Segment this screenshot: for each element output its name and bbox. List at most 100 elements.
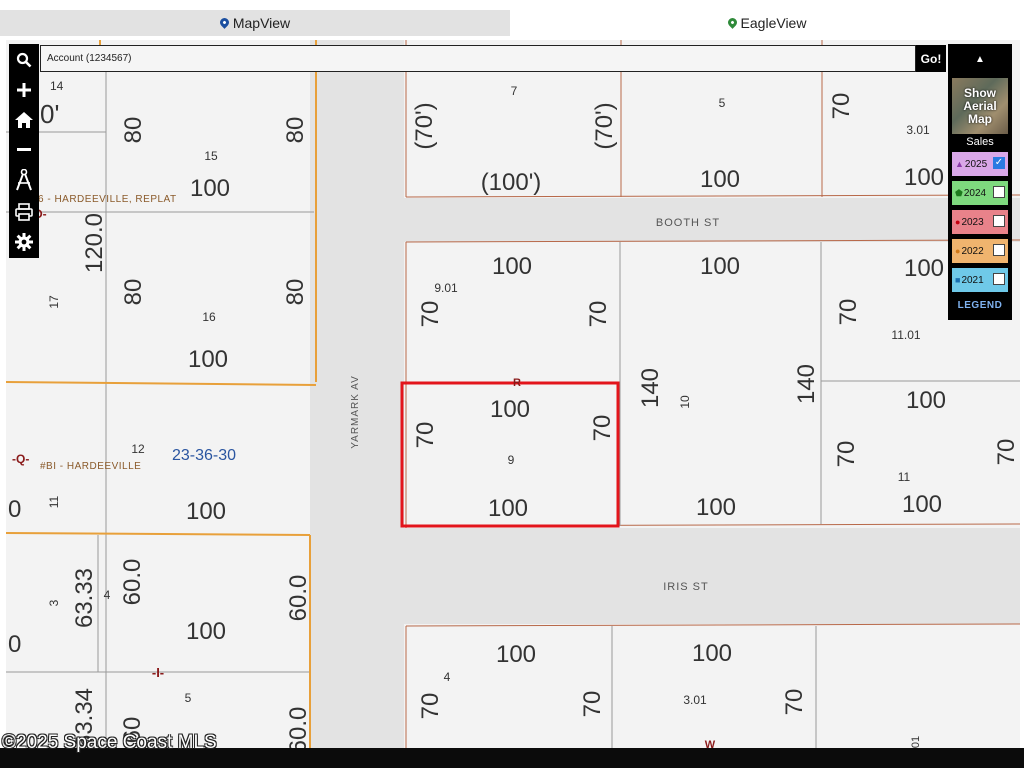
dimension-label: 100 [488, 495, 528, 522]
dimension-label: 70 [589, 415, 616, 442]
search-icon[interactable] [9, 46, 39, 74]
dimension-label: 100 [696, 494, 736, 521]
sales-year-2021[interactable]: ■ 2021 [952, 268, 1008, 292]
dimension-label: 60.0 [285, 575, 312, 622]
subdivision-label: #BI - HARDEEVILLE [40, 461, 141, 472]
booth-st-label: BOOTH ST [656, 217, 720, 229]
lot-number: 3 [47, 599, 61, 606]
yarmark-av-label: YARMARK AV [350, 375, 361, 449]
dimension-label: 60.0 [285, 707, 312, 750]
lot-number: 9 [508, 453, 515, 467]
dimension-label: 100 [902, 491, 942, 518]
dimension-label: 63.33 [71, 568, 98, 628]
lot-number: 15 [204, 149, 218, 163]
dimension-label: 100 [492, 253, 532, 280]
section-township-range-label: 23-36-30 [172, 447, 236, 464]
dimension-label: 100 [490, 396, 530, 423]
lot-number: 11.01 [891, 328, 920, 342]
sales-2023-checkbox[interactable] [993, 215, 1005, 227]
measure-icon[interactable] [9, 166, 39, 194]
tab-eagleview-label: EagleView [740, 15, 807, 31]
lot-number: 17 [47, 295, 61, 309]
dimension-label: (100') [481, 169, 542, 196]
dimension-label: 70 [835, 299, 862, 326]
tab-eagleview[interactable]: EagleView [510, 10, 1024, 36]
sales-year-label: 2025 [964, 158, 988, 170]
sales-year-2023[interactable]: ● 2023 [952, 210, 1008, 234]
lot-number: 3.01 [906, 123, 930, 137]
lot-number: 16 [202, 310, 216, 324]
triangle-icon: ▲ [955, 159, 964, 169]
lot-number: 7 [511, 84, 518, 98]
dimension-label: 70 [781, 689, 808, 716]
dimension-label: 70 [585, 301, 612, 328]
lot-number: 5 [185, 691, 192, 705]
sales-year-label: 2024 [963, 187, 987, 199]
lot-number: 10 [678, 395, 692, 409]
sales-year-2025[interactable]: ▲ 2025 ✓ [952, 152, 1008, 176]
map-pin-icon [217, 15, 231, 29]
subdivision-boundary-lines [6, 40, 317, 750]
sales-label: Sales [966, 136, 994, 148]
square-icon: ■ [955, 275, 961, 285]
sales-year-2024[interactable]: ⬟ 2024 [952, 181, 1008, 205]
parcel-map[interactable]: BOOTH ST IRIS ST YARMARK AV 14 0' 80 80 … [6, 40, 1020, 750]
dimension-label: 100 [904, 164, 944, 191]
account-search-input[interactable] [41, 46, 913, 71]
lot-number: 9.01 [434, 281, 458, 295]
dimension-label: 0 [8, 631, 21, 658]
sales-2021-checkbox[interactable] [993, 273, 1005, 285]
dimension-label: 120.0 [81, 213, 108, 273]
lot-lines-left [6, 70, 314, 750]
dimension-label: 100 [186, 618, 226, 645]
copyright-watermark: ©2025 Space Coast MLS [2, 732, 217, 753]
dimension-label: 100 [190, 175, 230, 202]
block-label: -I- [152, 665, 164, 680]
dimension-label: (70') [411, 102, 438, 149]
tab-mapview-label: MapView [232, 15, 291, 31]
zoom-out-icon[interactable] [9, 136, 39, 164]
lot-number: 01 [910, 736, 922, 748]
home-icon[interactable] [9, 106, 39, 134]
legend-button[interactable]: LEGEND [948, 300, 1012, 311]
circle-icon: ● [955, 246, 961, 256]
lot-number: 3.01 [683, 693, 707, 707]
sales-2025-checkbox[interactable]: ✓ [993, 157, 1005, 169]
sales-year-2022[interactable]: ● 2022 [952, 239, 1008, 263]
lot-number: 4 [444, 670, 451, 684]
circle-icon: ● [955, 217, 961, 227]
tab-mapview[interactable]: MapView [0, 10, 510, 36]
dimension-label: 140 [793, 364, 820, 404]
chevron-up-icon: ▲ [975, 53, 985, 65]
pentagon-icon: ⬟ [955, 187, 963, 198]
zoom-in-icon[interactable] [9, 76, 39, 104]
dimension-label: 100 [188, 346, 228, 373]
sales-2022-checkbox[interactable] [993, 244, 1005, 256]
account-search-bar [40, 45, 916, 72]
dimension-label: 80 [120, 279, 147, 306]
dimension-label: 100 [186, 498, 226, 525]
dimension-label: 70 [833, 441, 860, 468]
settings-icon[interactable] [9, 228, 39, 256]
sales-2024-checkbox[interactable] [993, 186, 1005, 198]
dimension-label: 100 [496, 641, 536, 668]
print-icon[interactable] [9, 198, 39, 226]
layers-panel: ▲ Show Aerial Map Sales ▲ 2025 ✓ ⬟ 2024 … [948, 44, 1012, 320]
subdivision-label: 6 - HARDEEVILLE, REPLAT [38, 194, 177, 205]
go-button[interactable]: Go! [916, 45, 946, 72]
sales-year-label: 2023 [961, 216, 984, 228]
dimension-label: (70') [591, 102, 618, 149]
map-pin-icon [725, 15, 739, 29]
dimension-label: 100 [700, 253, 740, 280]
dimension-label: 80 [120, 117, 147, 144]
collapse-panel-button[interactable]: ▲ [948, 44, 1012, 74]
block-label: -Q- [12, 452, 29, 466]
dimension-label: 70 [828, 93, 855, 120]
dimension-label: 70 [417, 301, 444, 328]
lot-number: 12 [131, 442, 145, 456]
parcel-map-svg[interactable]: BOOTH ST IRIS ST YARMARK AV 14 0' 80 80 … [6, 40, 1020, 750]
show-aerial-map-button[interactable]: Show Aerial Map [952, 78, 1008, 134]
dimension-label: 70 [993, 439, 1020, 466]
dimension-label: 80 [282, 279, 309, 306]
dimension-label: 80 [282, 117, 309, 144]
